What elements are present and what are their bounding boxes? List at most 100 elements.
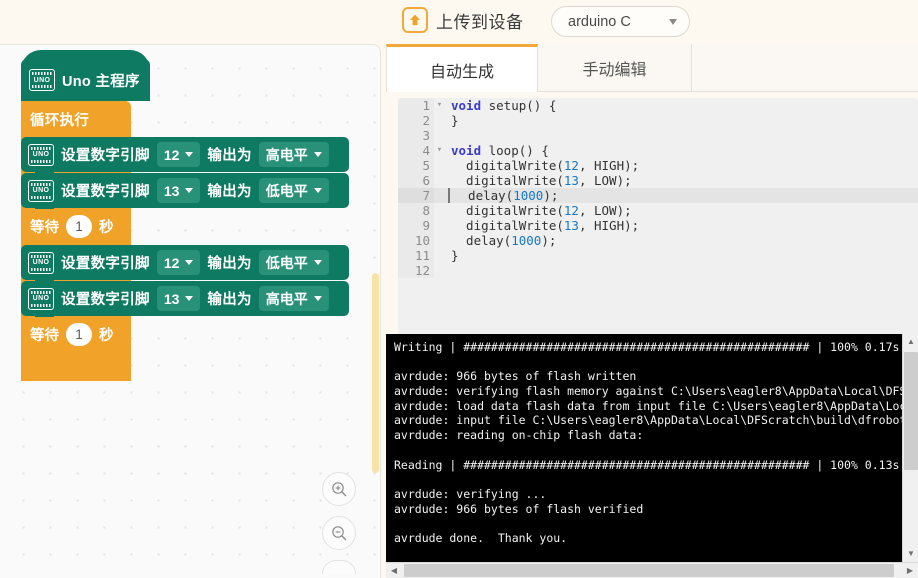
console-vertical-scrollbar[interactable]: ▲ ▼ (902, 334, 918, 562)
pin-dropdown[interactable]: 12 (156, 250, 201, 275)
tab-auto-generate[interactable]: 自动生成 (386, 44, 538, 92)
chevron-down-icon (313, 152, 322, 157)
console-vscroll-thumb[interactable] (904, 352, 918, 470)
line-number: 4 (398, 143, 434, 158)
level-dropdown[interactable]: 高电平 (258, 286, 329, 311)
triangle-left-icon[interactable]: ◀ (386, 563, 402, 578)
workspace-vertical-scrollbar[interactable] (372, 273, 379, 473)
wait-seconds-block[interactable]: 等待 1 秒 (21, 209, 131, 250)
code-line: 12 (398, 263, 918, 278)
pin-dropdown[interactable]: 13 (156, 286, 201, 311)
zoom-in-button[interactable] (322, 472, 356, 506)
code-text: } (451, 113, 459, 128)
code-text: void setup() { (451, 98, 557, 113)
code-editor[interactable]: 1 ▾ void setup() {2} 3 4 ▾ void loop() {5 digi… (398, 98, 918, 358)
digital-write-block[interactable]: UNO 设置数字引脚 12 输出为 高电平 (21, 137, 349, 178)
pin-dropdown-value: 12 (163, 254, 180, 271)
zoom-reset-button[interactable] (322, 560, 356, 574)
block-label-text: 设置数字引脚 (61, 292, 150, 308)
wait-seconds-input[interactable]: 1 (66, 323, 92, 346)
chevron-down-icon (313, 260, 322, 265)
triangle-down-icon[interactable]: ▼ (903, 546, 918, 562)
loop-forever-block[interactable]: 循环执行 UNO 设置数字引脚 12 输出为 高电平 UNO 设置数字引脚 13… (21, 101, 349, 381)
block-mid-text: 输出为 (207, 256, 252, 272)
hat-block-label: Uno 主程序 (62, 73, 140, 90)
chevron-down-icon (185, 188, 194, 193)
arduino-uno-board-icon: UNO (28, 287, 54, 310)
tab-manual-edit[interactable]: 手动编辑 (538, 44, 692, 91)
loop-inner-stack: UNO 设置数字引脚 12 输出为 高电平 UNO 设置数字引脚 13 输出为 … (21, 137, 349, 358)
console-line: Writing | ##############################… (394, 340, 900, 354)
blocks-workspace[interactable]: UNO Uno 主程序 循环执行 UNO 设置数字引脚 12 输出为 高电平 U… (0, 44, 381, 578)
code-line: 9 digitalWrite(13, HIGH); (398, 218, 918, 233)
language-select[interactable]: arduino C (551, 6, 690, 37)
triangle-right-icon[interactable]: ▶ (902, 563, 918, 578)
wait-block-prefix: 等待 (30, 220, 59, 236)
block-label-text: 设置数字引脚 (61, 184, 150, 200)
hat-block-uno-main[interactable]: UNO Uno 主程序 (21, 50, 150, 101)
block-mid-text: 输出为 (207, 184, 252, 200)
wait-block-prefix: 等待 (30, 328, 59, 344)
block-label-text: 设置数字引脚 (61, 256, 150, 272)
triangle-up-icon[interactable]: ▲ (903, 334, 918, 350)
line-number: 10 (398, 233, 434, 248)
chevron-down-icon (669, 18, 677, 25)
fold-toggle-icon[interactable]: ▾ (434, 98, 445, 113)
upload-arrow-icon (402, 7, 428, 33)
level-dropdown-value: 高电平 (265, 146, 308, 163)
digital-write-block[interactable]: UNO 设置数字引脚 13 输出为 高电平 (21, 281, 349, 322)
block-mid-text: 输出为 (207, 292, 252, 308)
code-line: 5 digitalWrite(12, HIGH); (398, 158, 918, 173)
pin-dropdown[interactable]: 12 (156, 142, 201, 167)
block-label-text: 设置数字引脚 (61, 148, 150, 164)
code-text: digitalWrite(12, LOW); (451, 203, 632, 218)
console-line: avrdude: verifying flash memory against … (394, 384, 918, 399)
line-number: 9 (398, 218, 434, 233)
console-line: avrdude done. Thank you. (394, 530, 568, 545)
level-dropdown[interactable]: 低电平 (258, 250, 329, 275)
code-line: 6 digitalWrite(13, LOW); (398, 173, 918, 188)
digital-write-block[interactable]: UNO 设置数字引脚 13 输出为 低电平 (21, 173, 349, 214)
chevron-down-icon (185, 260, 194, 265)
arduino-uno-board-icon: UNO (28, 179, 54, 202)
code-line: 11} (398, 248, 918, 263)
loop-body: UNO 设置数字引脚 12 输出为 高电平 UNO 设置数字引脚 13 输出为 … (21, 137, 349, 358)
app-root: 上传到设备 arduino C UNO Uno 主程序 循环执行 UNO 设置数… (0, 0, 918, 578)
level-dropdown[interactable]: 低电平 (258, 178, 329, 203)
tab-strip-filler (692, 44, 918, 91)
upload-to-device-button[interactable]: 上传到设备 (402, 7, 524, 33)
console-line: avrdude: input file C:\Users\eagler8\App… (394, 413, 918, 428)
wait-block-suffix: 秒 (99, 220, 114, 236)
code-text: digitalWrite(13, HIGH); (451, 218, 640, 233)
code-panel-tabs: 自动生成 手动编辑 (386, 44, 918, 92)
level-dropdown[interactable]: 高电平 (258, 142, 329, 167)
code-text: digitalWrite(13, LOW); (451, 173, 632, 188)
fold-toggle-icon[interactable]: ▾ (434, 143, 445, 158)
console-horizontal-scrollbar[interactable]: ◀ ▶ (386, 562, 918, 578)
console-hscroll-thumb[interactable] (404, 564, 894, 577)
console-line: avrdude: 966 bytes of flash written (394, 369, 637, 384)
pin-dropdown[interactable]: 13 (156, 178, 201, 203)
code-text: void loop() { (451, 143, 549, 158)
arduino-uno-board-icon: UNO (28, 143, 54, 166)
code-line: 4 ▾ void loop() { (398, 143, 918, 158)
wait-seconds-block[interactable]: 等待 1 秒 (21, 317, 131, 358)
digital-write-block[interactable]: UNO 设置数字引脚 12 输出为 低电平 (21, 245, 349, 286)
code-line: 10 delay(1000); (398, 233, 918, 248)
line-number: 11 (398, 248, 434, 263)
wait-seconds-input[interactable]: 1 (66, 215, 92, 238)
console-line: avrdude: load data flash data from input… (394, 398, 918, 413)
loop-forever-label: 循环执行 (21, 101, 131, 137)
console-output[interactable]: Writing | ##############################… (386, 334, 918, 562)
language-select-value: arduino C (568, 13, 631, 30)
zoom-out-button[interactable] (322, 516, 356, 550)
